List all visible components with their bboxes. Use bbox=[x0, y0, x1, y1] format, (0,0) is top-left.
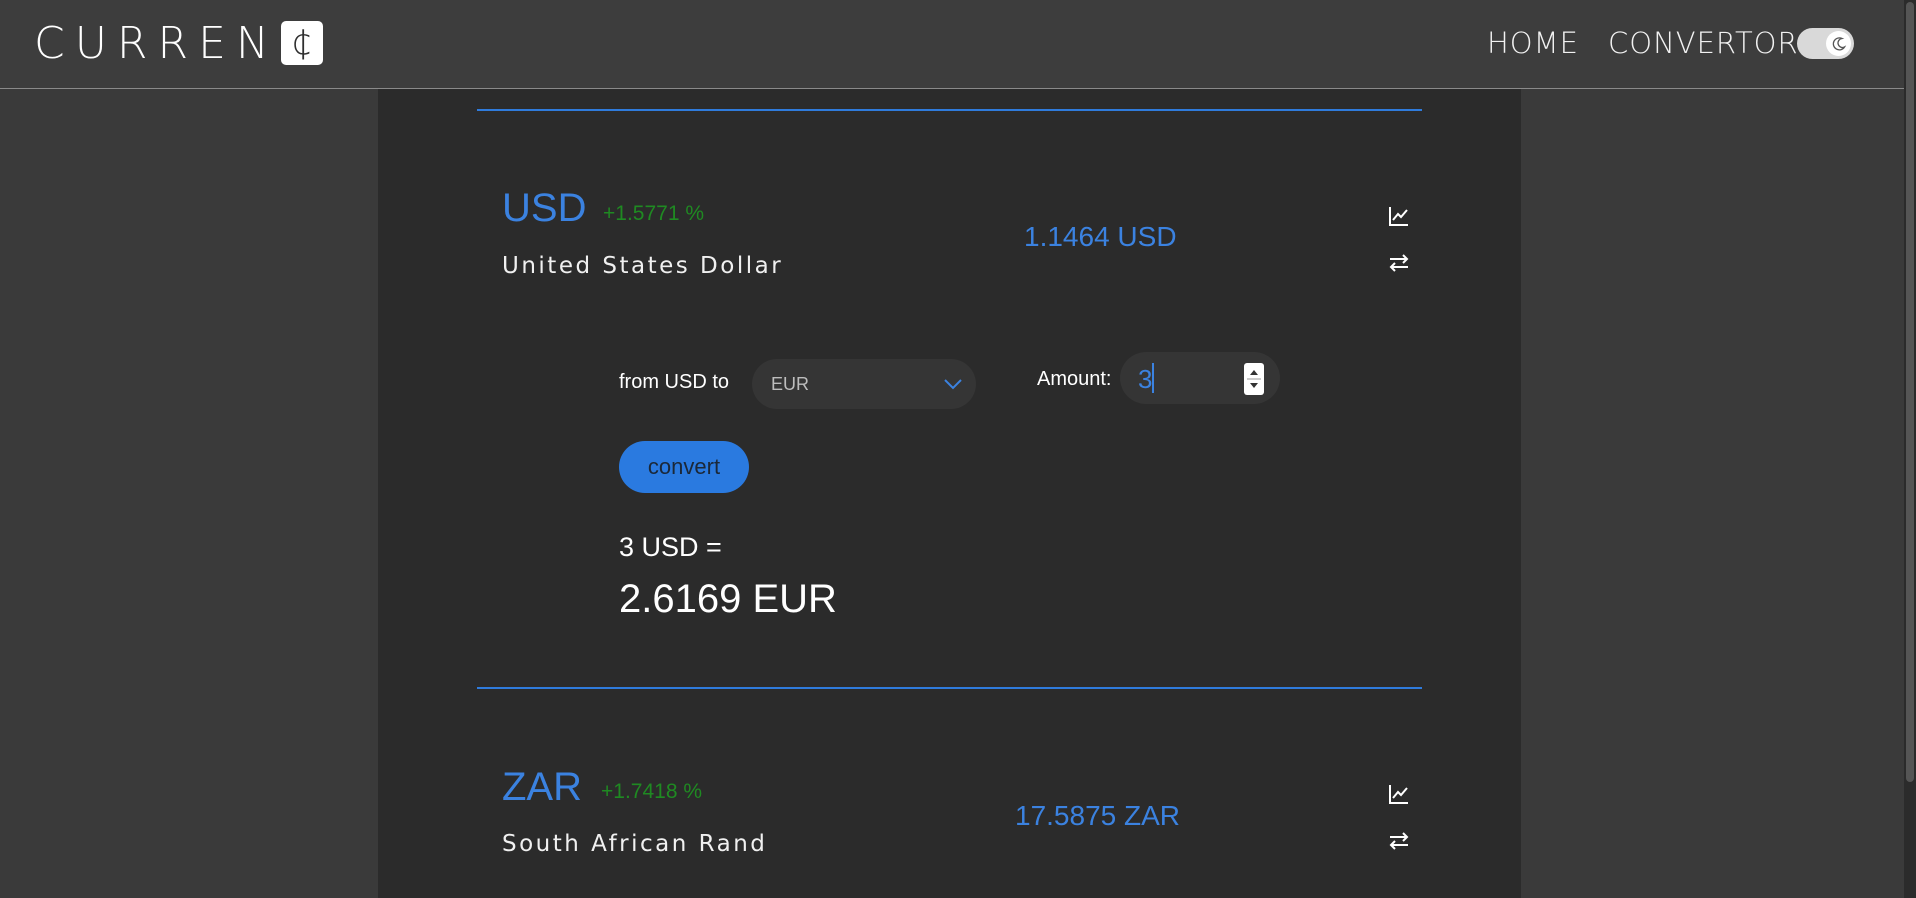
amount-stepper[interactable] bbox=[1244, 363, 1264, 395]
page-scrollbar[interactable] bbox=[1904, 0, 1916, 898]
chevron-down-icon bbox=[944, 379, 962, 390]
logo-text: CURREN bbox=[34, 17, 279, 69]
change-percent: +1.7418 % bbox=[601, 780, 703, 803]
exchange-rate: 17.5875 ZAR bbox=[1015, 800, 1180, 831]
text-caret bbox=[1152, 363, 1154, 393]
swap-icon[interactable] bbox=[1387, 251, 1411, 275]
theme-toggle[interactable] bbox=[1797, 28, 1854, 59]
currency-code: USD bbox=[502, 186, 587, 230]
stepper-arrows-icon bbox=[1247, 370, 1261, 388]
amount-value[interactable]: 3 bbox=[1138, 364, 1152, 395]
amount-label: Amount: bbox=[1037, 368, 1112, 390]
change-percent: +1.5771 % bbox=[603, 202, 705, 225]
section-divider bbox=[477, 109, 1422, 111]
nav-home-link[interactable]: HOME bbox=[1487, 26, 1579, 60]
logo-cent-mark: ¢ bbox=[280, 21, 323, 65]
currency-panel: USD +1.5771 % United States Dollar 1.146… bbox=[378, 89, 1521, 898]
to-currency-select[interactable]: EUR bbox=[752, 359, 976, 409]
scrollbar-thumb[interactable] bbox=[1906, 2, 1914, 782]
app-logo[interactable]: CURREN ¢ bbox=[34, 17, 323, 69]
currency-name: United States Dollar bbox=[502, 253, 784, 279]
currency-code: ZAR bbox=[502, 765, 582, 809]
amount-input[interactable]: 3 bbox=[1120, 352, 1280, 404]
currency-name: South African Rand bbox=[502, 831, 768, 857]
conversion-result: 2.6169 EUR bbox=[619, 577, 837, 621]
convert-button[interactable]: convert bbox=[619, 441, 749, 493]
toggle-knob bbox=[1826, 31, 1851, 56]
top-navbar: CURREN ¢ HOME CONVERTOR bbox=[0, 0, 1904, 89]
swap-icon[interactable] bbox=[1387, 829, 1411, 853]
exchange-rate: 1.1464 USD bbox=[1024, 221, 1177, 252]
chart-line-icon[interactable] bbox=[1387, 782, 1411, 806]
nav-convertor-link[interactable]: CONVERTOR bbox=[1608, 26, 1799, 60]
selected-currency: EUR bbox=[771, 374, 810, 394]
section-divider bbox=[477, 687, 1422, 689]
moon-icon bbox=[1832, 36, 1846, 51]
conversion-source: 3 USD = bbox=[619, 532, 722, 562]
from-currency-label: from USD to bbox=[619, 371, 730, 393]
chart-line-icon[interactable] bbox=[1387, 204, 1411, 228]
